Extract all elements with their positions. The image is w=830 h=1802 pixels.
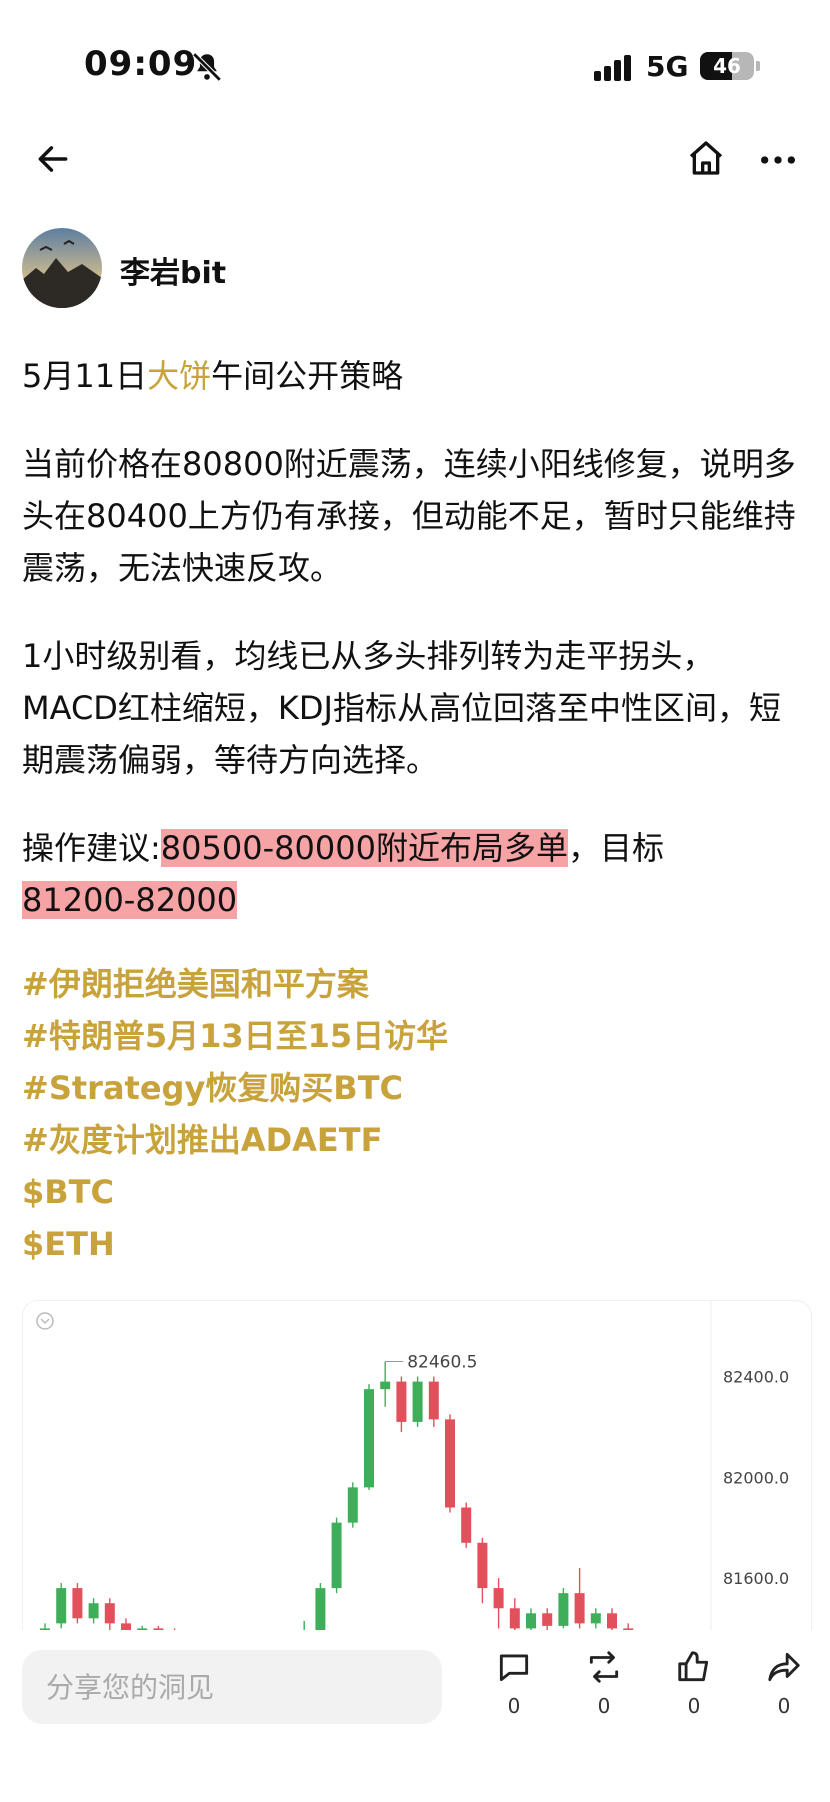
title-keyword[interactable]: 大饼 bbox=[147, 357, 211, 395]
hashtag-link[interactable]: #伊朗拒绝美国和平方案 bbox=[22, 958, 448, 1010]
comment-button[interactable]: 0 bbox=[484, 1648, 544, 1718]
share-count: 0 bbox=[777, 1694, 791, 1718]
author-name[interactable]: 李岩bit bbox=[120, 248, 226, 292]
candle-body bbox=[526, 1613, 536, 1629]
share-arrow-icon bbox=[768, 1652, 800, 1682]
comment-icon bbox=[499, 1654, 529, 1682]
advice-target-label: ，目标 bbox=[567, 829, 664, 867]
status-bar: 09:09 5G 46 bbox=[0, 0, 830, 120]
advice-entry-range: 80500-80000附近布局多单 bbox=[160, 829, 568, 867]
candle-body bbox=[461, 1507, 472, 1543]
candle-body bbox=[428, 1381, 439, 1420]
post-title: 5月11日大饼午间公开策略 bbox=[22, 350, 802, 402]
candle-body bbox=[347, 1487, 358, 1523]
top-nav bbox=[0, 130, 830, 190]
candle-body bbox=[590, 1613, 601, 1624]
y-tick-label: 82400.0 bbox=[723, 1368, 789, 1387]
title-date: 5月11日 bbox=[22, 357, 148, 395]
repost-button[interactable]: 0 bbox=[574, 1648, 634, 1718]
high-price-label: 82460.5 bbox=[407, 1352, 477, 1372]
candle-body bbox=[445, 1419, 455, 1508]
bell-muted-icon bbox=[192, 52, 222, 82]
candle-body bbox=[412, 1381, 423, 1422]
candle-body bbox=[380, 1381, 391, 1390]
y-tick-label: 81600.0 bbox=[723, 1569, 789, 1588]
candle-body bbox=[607, 1613, 617, 1629]
candle-body bbox=[396, 1381, 407, 1422]
bottom-action-bar: 0 0 0 0 bbox=[0, 1630, 830, 1802]
candle-body bbox=[493, 1588, 504, 1609]
like-count: 0 bbox=[687, 1694, 701, 1718]
hashtag-link[interactable]: #灰度计划推出ADAETF bbox=[22, 1114, 448, 1166]
more-icon[interactable] bbox=[758, 140, 798, 180]
status-time: 09:09 bbox=[84, 44, 198, 84]
post-content: 5月11日大饼午间公开策略 当前价格在80800附近震荡，连续小阳线修复，说明多… bbox=[22, 350, 802, 962]
hashtag-list: #伊朗拒绝美国和平方案 #特朗普5月13日至15日访华 #Strategy恢复购… bbox=[22, 958, 448, 1270]
cashtag-link[interactable]: $ETH bbox=[22, 1218, 448, 1270]
candle-body bbox=[88, 1603, 99, 1619]
post-paragraph: 当前价格在80800附近震荡，连续小阳线修复，说明多头在80400上方仍有承接，… bbox=[22, 445, 796, 587]
back-arrow-icon[interactable] bbox=[34, 140, 72, 178]
post-paragraph: 1小时级别看，均线已从多头排列转为走平拐头，MACD红柱缩短，KDJ指标从高位回… bbox=[22, 637, 781, 779]
advice-target-range: 81200-82000 bbox=[22, 881, 238, 919]
battery-level: 46 bbox=[713, 54, 741, 78]
network-type: 5G bbox=[646, 50, 689, 83]
chart-collapse-icon[interactable] bbox=[36, 1312, 54, 1330]
candle-body bbox=[56, 1588, 67, 1624]
like-button[interactable]: 0 bbox=[664, 1648, 724, 1718]
candle-body bbox=[331, 1522, 342, 1589]
candle-body bbox=[315, 1588, 326, 1631]
candle-body bbox=[364, 1389, 374, 1488]
hashtag-link[interactable]: #Strategy恢复购买BTC bbox=[22, 1062, 448, 1114]
candle-body bbox=[558, 1593, 569, 1626]
signal-icon bbox=[594, 55, 631, 81]
thumbs-up-icon bbox=[678, 1651, 709, 1682]
price-chart[interactable]: 82400.0 82000.0 81600.0 82460.5 bbox=[22, 1300, 812, 1642]
advice-label: 操作建议: bbox=[22, 829, 161, 867]
battery-cap bbox=[756, 61, 760, 71]
share-button[interactable]: 0 bbox=[754, 1648, 814, 1718]
comment-count: 0 bbox=[507, 1694, 521, 1718]
candlestick-chart: 82400.0 82000.0 81600.0 82460.5 bbox=[36, 1301, 789, 1641]
candle-body bbox=[104, 1603, 115, 1624]
share-insight-input[interactable] bbox=[22, 1650, 442, 1724]
candle-body bbox=[574, 1593, 585, 1624]
repost-count: 0 bbox=[597, 1694, 611, 1718]
title-suffix: 午间公开策略 bbox=[211, 357, 404, 395]
candle-body bbox=[509, 1608, 520, 1629]
home-icon[interactable] bbox=[686, 138, 726, 178]
y-tick-label: 82000.0 bbox=[723, 1468, 789, 1487]
candle-body bbox=[477, 1542, 488, 1589]
avatar[interactable] bbox=[22, 228, 102, 308]
candle-body bbox=[542, 1613, 553, 1626]
repost-icon bbox=[589, 1651, 619, 1683]
hashtag-link[interactable]: #特朗普5月13日至15日访华 bbox=[22, 1010, 448, 1062]
chart-collapse-chevron bbox=[40, 1318, 50, 1325]
post-advice: 操作建议:80500-80000附近布局多单，目标 81200-82000 bbox=[22, 822, 802, 926]
battery-icon: 46 bbox=[700, 52, 754, 80]
cashtag-link[interactable]: $BTC bbox=[22, 1166, 448, 1218]
candle-body bbox=[72, 1588, 83, 1619]
